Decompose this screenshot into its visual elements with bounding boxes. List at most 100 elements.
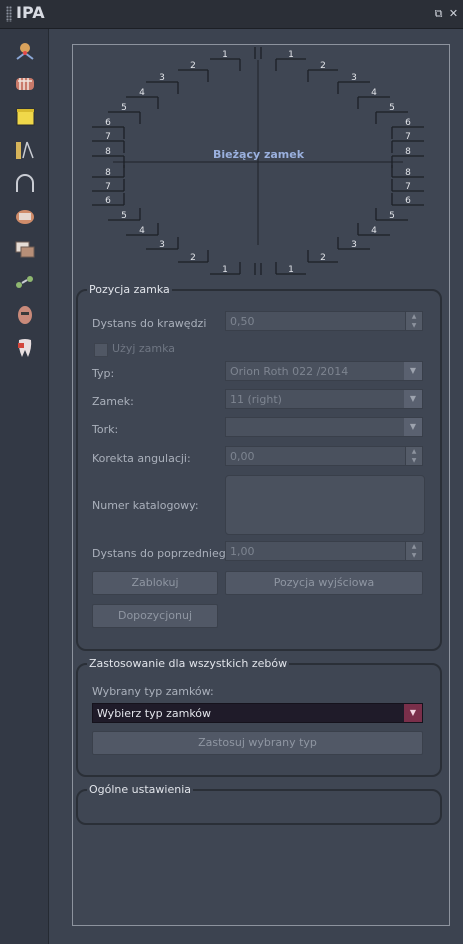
torque-select[interactable]: ▼ <box>225 417 423 437</box>
note-tool-icon[interactable] <box>13 105 37 129</box>
type-chevron-down-icon[interactable]: ▼ <box>404 362 422 380</box>
tooth-number-label: 7 <box>405 132 411 142</box>
prev-distance-label: Dystans do poprzedniego: <box>92 547 237 560</box>
type-label: Typ: <box>92 367 115 380</box>
use-bracket-label: Użyj zamka <box>112 342 176 355</box>
axis-tool-icon[interactable] <box>13 39 37 63</box>
face-tool-icon[interactable] <box>13 303 37 327</box>
bracket-step-line <box>375 111 408 124</box>
bracket-step-line <box>307 69 338 82</box>
tooth-number-label: 2 <box>320 253 326 263</box>
bracket-step-line <box>178 69 209 82</box>
tooth-number-label: 6 <box>405 196 411 206</box>
current-bracket-label: Bieżący zamek <box>213 148 305 161</box>
prev-distance-input[interactable]: 1,00 ▲ ▼ <box>225 541 423 561</box>
type-value: Orion Roth 022 /2014 <box>230 365 349 378</box>
use-bracket-checkbox[interactable] <box>94 343 108 357</box>
window-title: IPA <box>16 3 45 22</box>
bracket-type-value: Wybierz typ zamków <box>97 707 212 720</box>
tooth-number-label: 3 <box>351 73 357 83</box>
midline-mark <box>254 47 262 59</box>
initial-position-button[interactable]: Pozycja wyjściowa <box>225 571 423 595</box>
angulation-input[interactable]: 0,00 ▲ ▼ <box>225 446 423 466</box>
bracket-step-line <box>337 81 370 94</box>
ipa-panel: 11112222333344445555666677778888 Bieżący… <box>72 44 450 926</box>
prev-distance-spinner[interactable]: ▲ ▼ <box>405 542 422 560</box>
tooth-number-label: 7 <box>405 182 411 192</box>
apply-type-button[interactable]: Zastosuj wybrany typ <box>92 731 423 755</box>
distance-edge-spinner[interactable]: ▲ ▼ <box>405 312 422 330</box>
bracket-step-line <box>357 96 390 109</box>
bracket-select[interactable]: 11 (right) ▼ <box>225 389 423 409</box>
bracket-step-line <box>108 111 141 124</box>
tooth-number-label: 7 <box>105 182 111 192</box>
bracket-label: Zamek: <box>92 395 134 408</box>
tooth-number-label: 3 <box>159 240 165 250</box>
photos-tool-icon[interactable] <box>13 237 37 261</box>
tooth-number-label: 5 <box>389 103 395 113</box>
tooth-number-label: 1 <box>222 265 228 275</box>
distance-edge-label: Dystans do krawędzi <box>92 317 207 330</box>
title-bar: IPA ⧉ ✕ <box>0 0 463 29</box>
tooth-number-label: 8 <box>105 147 111 157</box>
bracket-value: 11 (right) <box>230 393 282 406</box>
tooth-number-label: 8 <box>105 168 111 178</box>
distance-edge-input[interactable]: 0,50 ▲ ▼ <box>225 311 423 331</box>
tooth-number-label: 5 <box>389 211 395 221</box>
tooth-number-label: 5 <box>121 103 127 113</box>
prev-distance-value: 1,00 <box>230 545 255 558</box>
bracket-step-line <box>210 58 241 71</box>
bracket-step-line <box>126 96 159 109</box>
teeth-tool-icon[interactable] <box>13 72 37 96</box>
bracket-position-title: Pozycja zamka <box>87 283 172 296</box>
bracket-type-select[interactable]: Wybierz typ zamków ▼ <box>92 703 423 723</box>
tooth-number-label: 1 <box>222 50 228 60</box>
tooth-number-label: 6 <box>105 196 111 206</box>
tooth-number-label: 8 <box>405 168 411 178</box>
tooth-tool-icon[interactable] <box>13 336 37 360</box>
torque-label: Tork: <box>92 423 119 436</box>
type-select[interactable]: Orion Roth 022 /2014 ▼ <box>225 361 423 381</box>
reposition-button[interactable]: Dopozycjonuj <box>92 604 218 628</box>
tooth-number-label: 7 <box>105 132 111 142</box>
tooth-number-label: 3 <box>159 73 165 83</box>
bracket-step-line <box>146 81 179 94</box>
distance-edge-value: 0,50 <box>230 315 255 328</box>
tooth-number-label: 1 <box>288 265 294 275</box>
general-settings-title: Ogólne ustawienia <box>87 783 194 796</box>
attachment-tool-icon[interactable] <box>13 270 37 294</box>
angulation-value: 0,00 <box>230 450 255 463</box>
selected-type-label: Wybrany typ zamków: <box>92 685 214 698</box>
tooth-number-label: 2 <box>190 253 196 263</box>
drag-grip-icon[interactable] <box>6 6 12 22</box>
tooth-number-label: 6 <box>405 118 411 128</box>
tooth-number-label: 3 <box>351 240 357 250</box>
apply-all-title: Zastosowanie dla wszystkich zebów <box>87 657 290 670</box>
bracket-step-line <box>275 58 306 71</box>
tooth-number-label: 4 <box>371 88 377 98</box>
restore-icon[interactable]: ⧉ <box>433 8 444 19</box>
torque-chevron-down-icon[interactable]: ▼ <box>404 418 422 436</box>
tooth-number-label: 4 <box>371 226 377 236</box>
bracket-chevron-down-icon[interactable]: ▼ <box>404 390 422 408</box>
angulation-spinner[interactable]: ▲ ▼ <box>405 447 422 465</box>
midline-mark <box>254 263 262 275</box>
tooth-number-label: 2 <box>190 61 196 71</box>
bracket-type-chevron-down-icon[interactable]: ▼ <box>404 704 422 722</box>
catalog-number-label: Numer katalogowy: <box>92 499 199 512</box>
tooth-number-label: 4 <box>139 88 145 98</box>
close-icon[interactable]: ✕ <box>448 8 459 19</box>
catalog-number-field[interactable] <box>225 475 425 535</box>
lock-button[interactable]: Zablokuj <box>92 571 218 595</box>
tooth-number-label: 2 <box>320 61 326 71</box>
arch-tool-icon[interactable] <box>13 171 37 195</box>
tooth-number-label: 5 <box>121 211 127 221</box>
tooth-number-label: 6 <box>105 118 111 128</box>
tooth-number-label: 1 <box>288 50 294 60</box>
tooth-number-label: 8 <box>405 147 411 157</box>
tool-sidebar <box>0 29 49 944</box>
tooth-number-label: 4 <box>139 226 145 236</box>
measure-tool-icon[interactable] <box>13 138 37 162</box>
bracket-tool-icon[interactable] <box>13 204 37 228</box>
angulation-label: Korekta angulacji: <box>92 452 191 465</box>
